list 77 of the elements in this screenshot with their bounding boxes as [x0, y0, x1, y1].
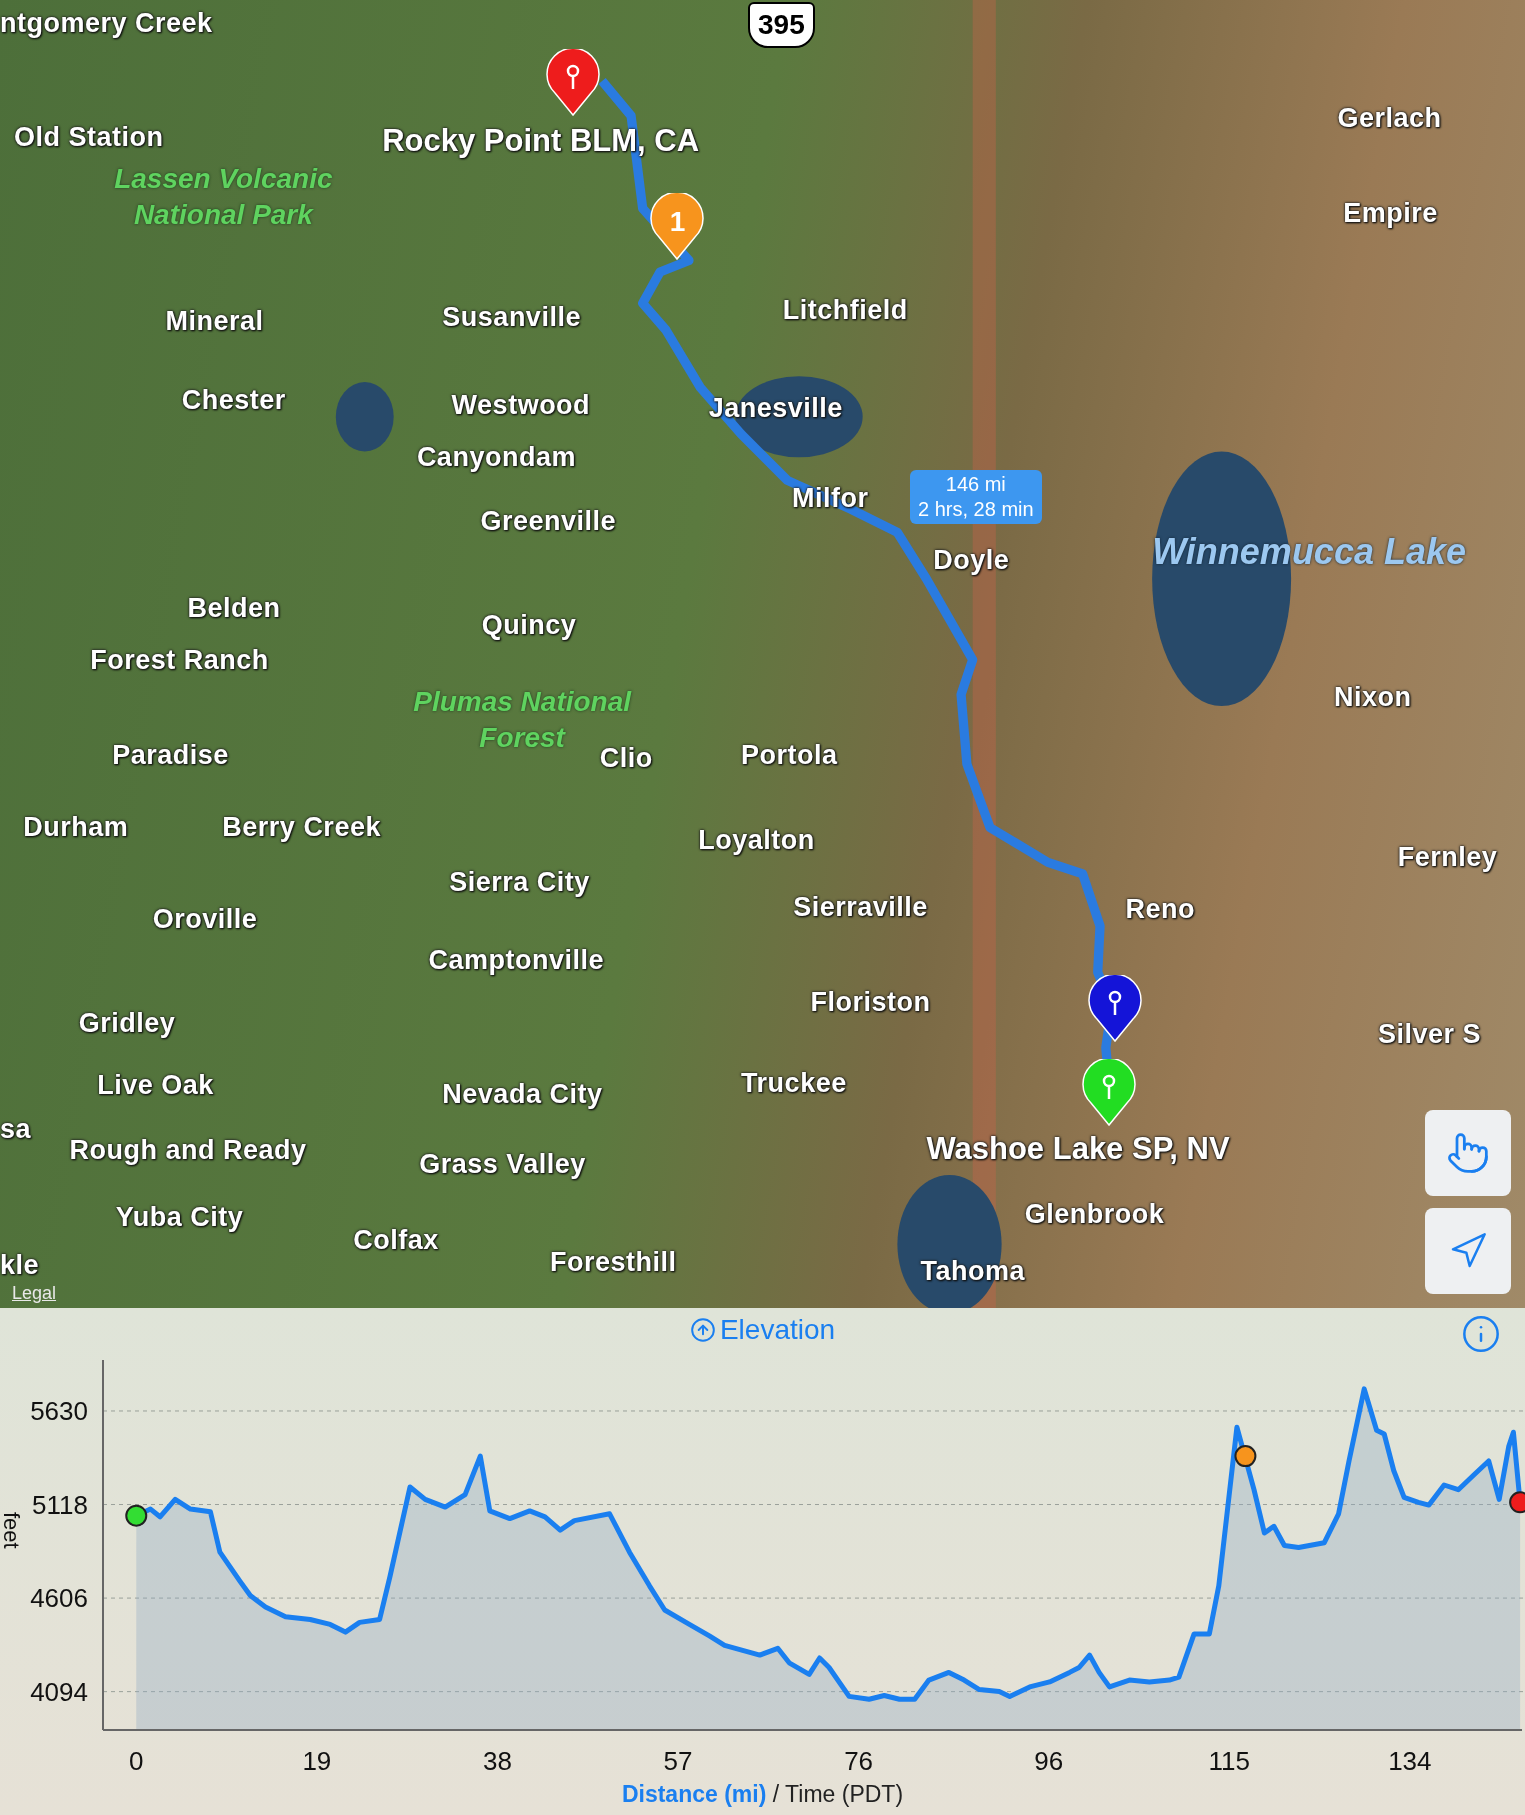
- place-label: Litchfield: [782, 294, 908, 328]
- place-label: Chester: [181, 383, 286, 417]
- place-label: Old Station: [13, 120, 164, 154]
- place-label: Reno: [1125, 893, 1196, 926]
- place-label: Colfax: [353, 1224, 439, 1258]
- place-label: Camptonville: [428, 943, 604, 977]
- place-label: Yuba City: [115, 1201, 244, 1235]
- route-distance: 146 mi: [944, 472, 1007, 497]
- x-tick-label: 57: [663, 1746, 693, 1776]
- place-label: Truckee: [741, 1066, 847, 1100]
- place-label: Gridley: [78, 1006, 176, 1040]
- map-pin[interactable]: 1: [649, 193, 706, 262]
- place-label: Silver S: [1378, 1018, 1482, 1052]
- map-pin[interactable]: [1087, 975, 1144, 1044]
- place-label: Quincy: [481, 609, 577, 643]
- x-tick-label: 38: [482, 1746, 512, 1776]
- place-label: Glenbrook: [1024, 1197, 1165, 1231]
- elevation-toggle[interactable]: Elevation: [689, 1309, 836, 1351]
- highway-shield: 395: [748, 2, 815, 48]
- y-tick-label: 4094: [30, 1676, 88, 1707]
- place-label: Foresthill: [550, 1246, 677, 1280]
- x-tick-label: 0: [129, 1746, 144, 1776]
- y-axis-label: feet: [0, 1512, 24, 1549]
- place-label: Live Oak: [97, 1069, 214, 1103]
- x-tick-label: 115: [1208, 1746, 1250, 1776]
- place-label: Forest Ranch: [90, 644, 269, 678]
- place-label: Nevada City: [442, 1078, 603, 1112]
- place-label: Janesville: [708, 391, 843, 425]
- place-label: Grass Valley: [419, 1147, 586, 1181]
- y-tick-label: 5630: [30, 1396, 88, 1426]
- x-tick-label: 134: [1388, 1746, 1432, 1776]
- hand-pointer-icon: [1446, 1131, 1490, 1175]
- park-label: Lassen Volcanic National Park: [113, 162, 334, 233]
- route-duration: 2 hrs, 28 min: [918, 497, 1034, 522]
- x-axis-label: Distance (mi) / Time (PDT): [621, 1780, 904, 1809]
- location-button[interactable]: [1425, 1208, 1511, 1294]
- place-label: Portola: [741, 739, 838, 772]
- place-label: Mineral: [165, 304, 264, 338]
- place-label: Belden: [187, 591, 281, 625]
- place-label: Sierra City: [449, 866, 590, 900]
- place-label: Fernley: [1397, 840, 1498, 874]
- place-label: Tahoma: [920, 1255, 1026, 1289]
- legal-link[interactable]: Legal: [12, 1282, 57, 1304]
- satellite-map[interactable]: [0, 0, 1525, 1308]
- place-label: Empire: [1343, 197, 1438, 231]
- place-label: Sierraville: [793, 890, 928, 924]
- place-label: ntgomery Creek: [0, 7, 213, 41]
- place-label: Doyle: [933, 544, 1010, 578]
- y-tick-label: 5118: [32, 1489, 88, 1520]
- y-tick-label: 4606: [30, 1583, 88, 1614]
- place-label: Loyalton: [698, 823, 815, 857]
- place-label: sa: [0, 1113, 32, 1147]
- route-callout[interactable]: 146 mi 2 hrs, 28 min: [910, 470, 1042, 524]
- place-label: Westwood: [451, 389, 591, 423]
- arrow-up-circle-icon: [689, 1317, 716, 1343]
- touch-mode-button[interactable]: [1425, 1110, 1511, 1196]
- x-tick-label: 19: [302, 1746, 332, 1776]
- place-label: Floriston: [810, 985, 931, 1019]
- place-label: Greenville: [480, 505, 617, 539]
- place-label: Berry Creek: [222, 810, 381, 844]
- place-label: Susanville: [442, 301, 581, 335]
- place-label: Durham: [23, 810, 129, 844]
- place-label: kle: [0, 1248, 40, 1282]
- place-label: Canyondam: [416, 441, 576, 475]
- x-tick-label: 96: [1034, 1746, 1064, 1776]
- info-icon[interactable]: [1461, 1314, 1501, 1354]
- map-pin[interactable]: [1081, 1058, 1138, 1127]
- x-tick-label: 76: [844, 1746, 874, 1776]
- place-label: Gerlach: [1337, 102, 1442, 136]
- lake-shape: [335, 382, 394, 452]
- pin-number: 1: [668, 205, 687, 240]
- destination-label: Washoe Lake SP, NV: [926, 1130, 1230, 1169]
- place-label: Paradise: [112, 739, 229, 772]
- place-label: Nixon: [1334, 681, 1412, 715]
- place-label: Rough and Ready: [69, 1133, 307, 1167]
- place-label: Oroville: [152, 903, 258, 937]
- map-pin[interactable]: [545, 48, 602, 117]
